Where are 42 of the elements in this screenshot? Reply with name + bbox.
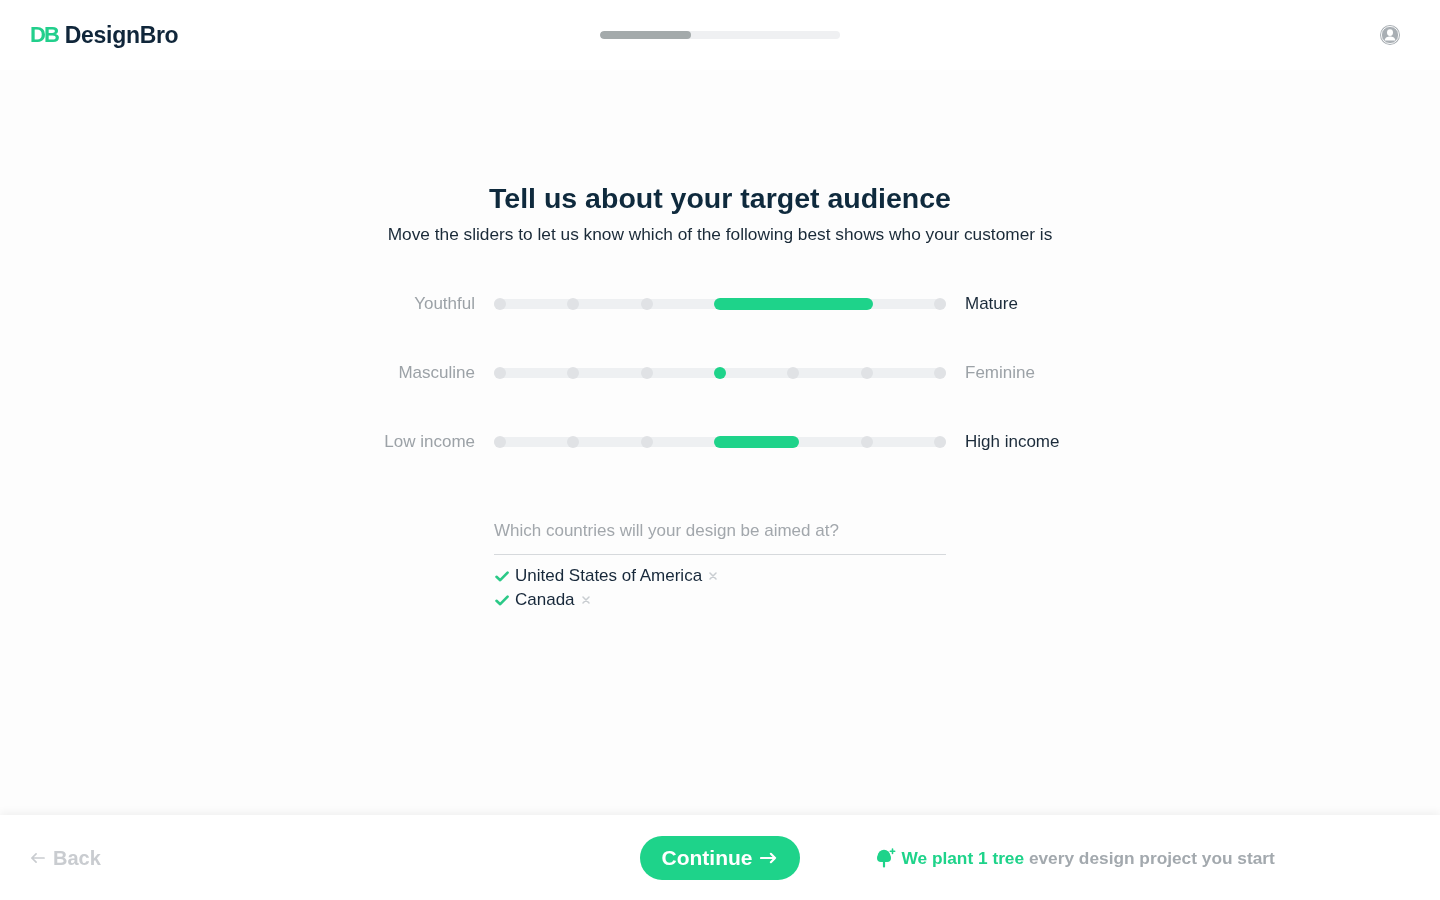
slider-track[interactable] xyxy=(494,437,946,447)
slider-range[interactable] xyxy=(714,298,873,310)
user-avatar-icon[interactable] xyxy=(1380,25,1400,45)
slider-stop[interactable] xyxy=(640,436,653,448)
slider-stop[interactable] xyxy=(494,367,506,379)
country-name: United States of America xyxy=(515,565,703,587)
slider-left-label: Low income xyxy=(384,432,475,452)
slider-stop[interactable] xyxy=(567,367,580,379)
slider-stop[interactable] xyxy=(640,367,653,379)
slider-stop[interactable] xyxy=(494,436,506,448)
slider-stop[interactable] xyxy=(860,367,873,379)
continue-button[interactable]: Continue xyxy=(639,835,801,880)
tree-planting-note: We plant 1 tree every design project you start xyxy=(901,847,1275,868)
slider-stop[interactable] xyxy=(567,298,580,310)
arrow-left-icon xyxy=(30,851,45,864)
logo-mark: DB xyxy=(30,24,58,46)
slider-stop[interactable] xyxy=(640,298,653,310)
slider-right-label: High income xyxy=(965,432,1060,452)
slider-range[interactable] xyxy=(714,436,800,448)
slider-right-label: Feminine xyxy=(965,363,1035,383)
country-input[interactable]: Which countries will your design be aimed at? xyxy=(494,520,946,555)
slider-stop[interactable] xyxy=(934,298,946,310)
slider-stop[interactable] xyxy=(934,436,946,448)
slider-stop[interactable] xyxy=(860,436,873,448)
slider-left-label: Masculine xyxy=(398,363,475,383)
slider-range[interactable] xyxy=(714,367,726,379)
logo-wordmark: DesignBro xyxy=(64,23,179,47)
tree-icon xyxy=(876,847,897,868)
page-subtitle: Move the sliders to let us know which of the following best shows who your customer is xyxy=(387,224,1053,244)
slider-left-label: Youthful xyxy=(414,294,475,314)
arrow-right-icon xyxy=(760,851,778,864)
slider-track[interactable] xyxy=(494,299,946,309)
remove-icon[interactable] xyxy=(709,572,718,580)
slider-right-label: Mature xyxy=(965,294,1018,314)
slider-stop[interactable] xyxy=(934,367,946,379)
slider-stop[interactable] xyxy=(494,298,506,310)
page-title: Tell us about your target audience xyxy=(489,181,951,216)
slider-stop[interactable] xyxy=(787,367,800,379)
remove-icon[interactable] xyxy=(581,596,590,604)
slider-stop[interactable] xyxy=(567,436,580,448)
slider-track[interactable] xyxy=(494,368,946,378)
country-name: Canada xyxy=(515,589,575,611)
